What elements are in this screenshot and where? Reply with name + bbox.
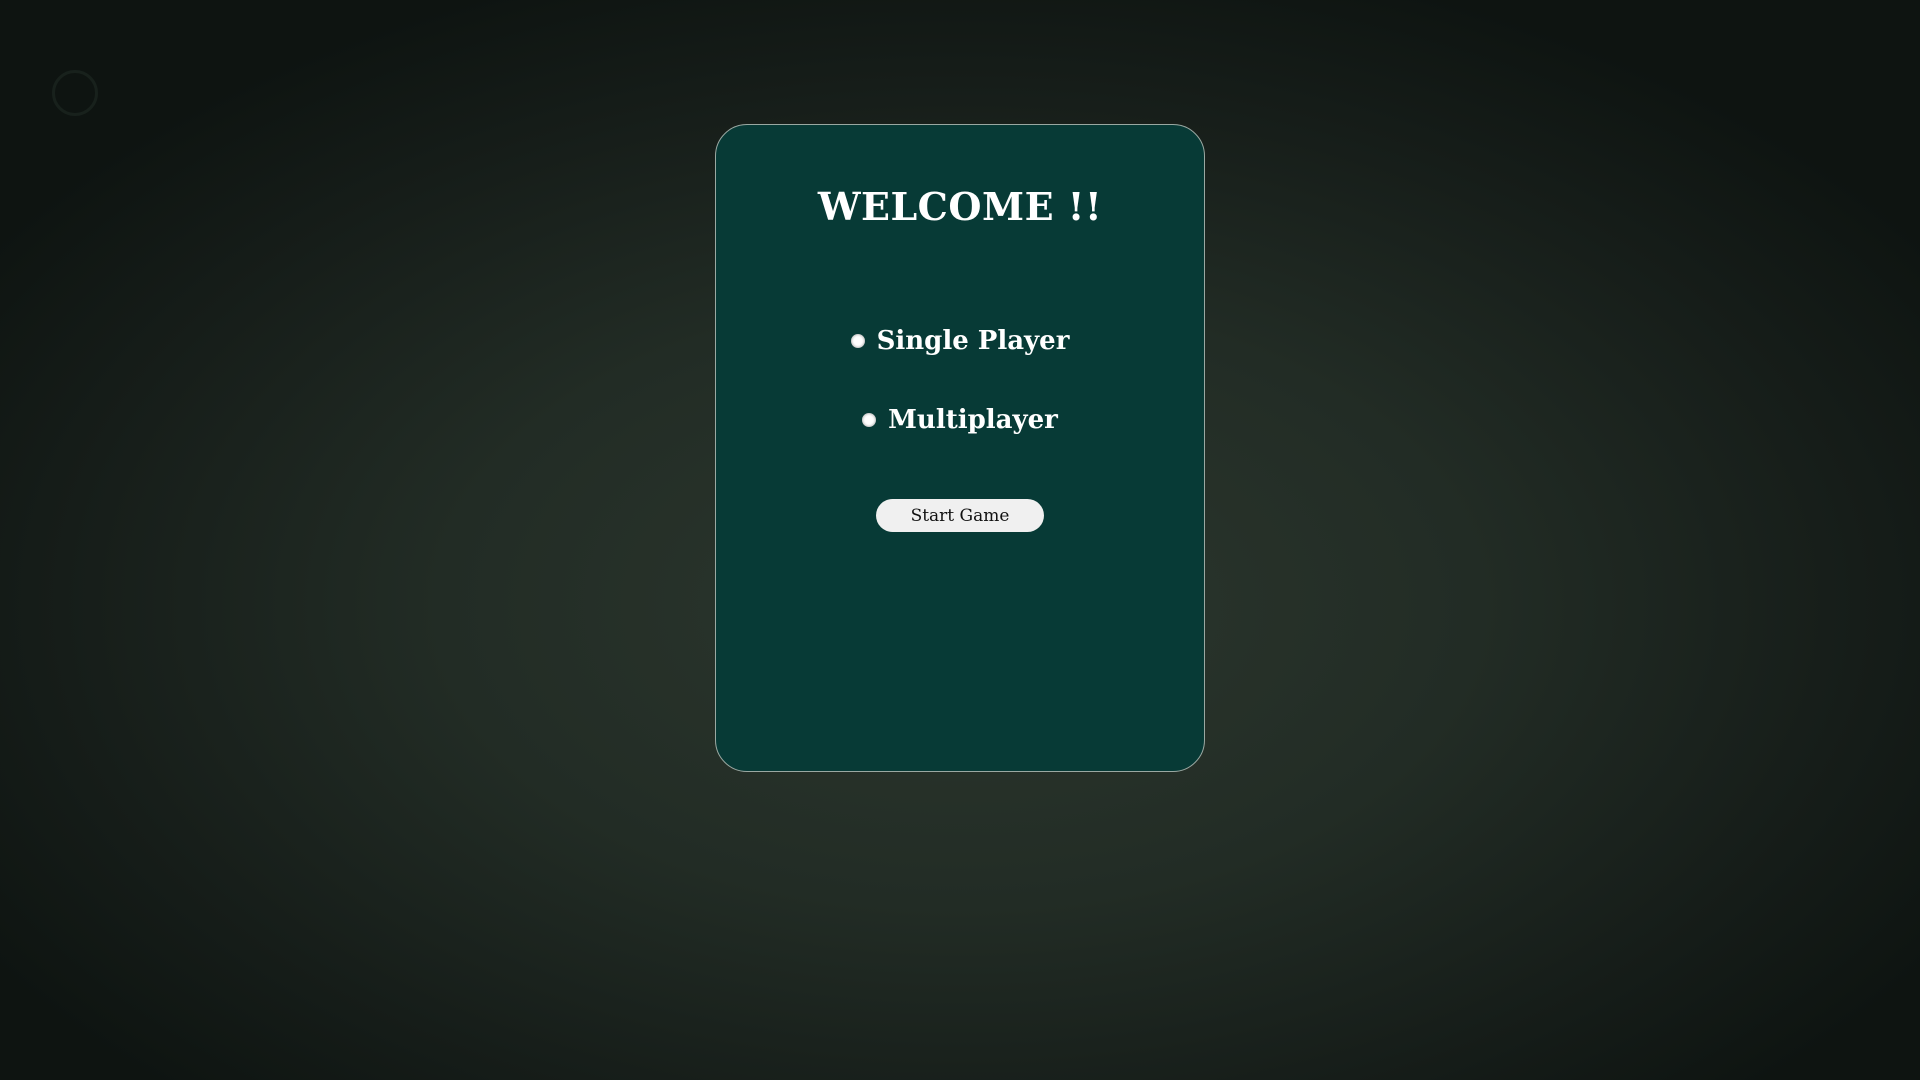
option-multiplayer[interactable]: Multiplayer	[0, 405, 1920, 435]
single-player-radio[interactable]	[850, 334, 865, 348]
multiplayer-radio[interactable]	[862, 413, 877, 427]
single-player-label: Single Player	[876, 326, 1070, 356]
multiplayer-label: Multiplayer	[888, 405, 1058, 435]
circle-outline-icon	[52, 70, 98, 116]
start-game-button[interactable]: Start Game	[876, 499, 1044, 532]
option-single-player[interactable]: Single Player	[0, 326, 1920, 356]
welcome-title: WELCOME !!	[817, 184, 1103, 229]
